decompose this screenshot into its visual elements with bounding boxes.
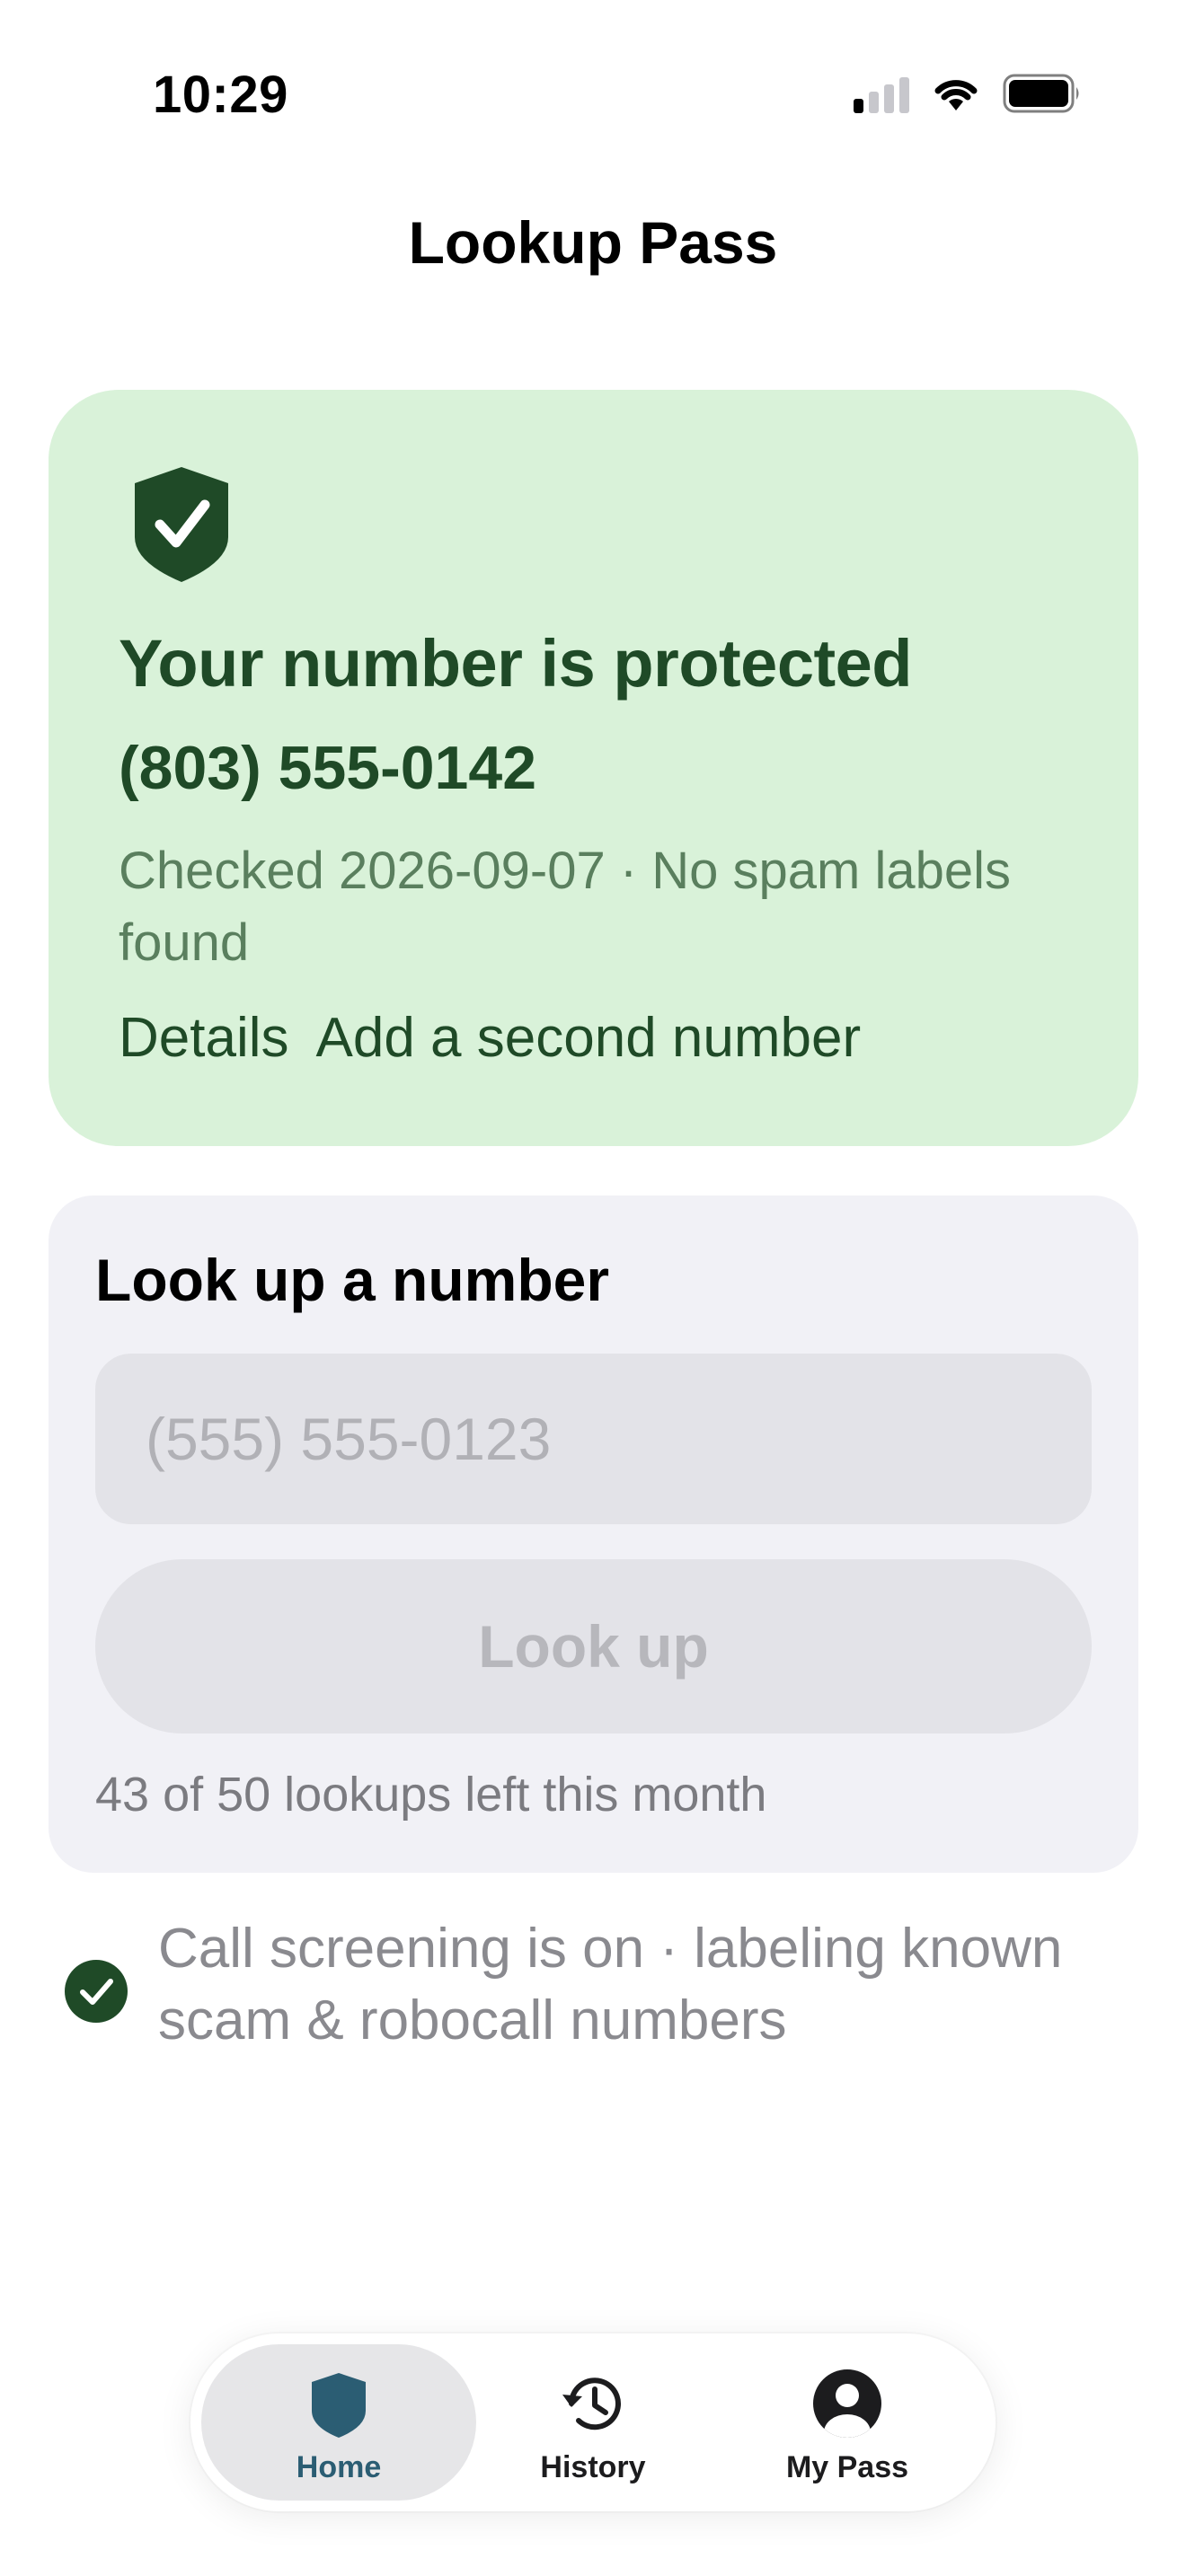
call-screening-text: Call screening is on · labeling known sc… xyxy=(158,1918,1063,2051)
status-time: 10:29 xyxy=(153,66,288,124)
wifi-icon xyxy=(934,80,978,110)
tab-my-pass[interactable]: My Pass xyxy=(710,2344,985,2501)
phone-number-input[interactable] xyxy=(95,1354,1092,1524)
status-icons xyxy=(854,74,1082,113)
protection-actions: Details Add a second number xyxy=(119,1006,861,1070)
protection-status-card: Your number is protected (803) 555-0142 … xyxy=(49,390,1138,1146)
add-second-number-link[interactable]: Add a second number xyxy=(316,1006,862,1070)
person-circle-icon xyxy=(813,2369,881,2438)
tab-label-history: History xyxy=(540,2450,646,2484)
battery-icon xyxy=(1003,74,1079,113)
shield-check-icon xyxy=(135,467,228,582)
cellular-signal-icon xyxy=(854,74,909,113)
page-title: Lookup Pass xyxy=(408,209,778,276)
tab-home[interactable]: Home xyxy=(201,2344,476,2501)
shield-icon xyxy=(312,2373,366,2438)
lookup-quota-text: 43 of 50 lookups left this month xyxy=(95,1768,767,1822)
checkmark-circle-icon xyxy=(65,1960,128,2023)
tab-label-home: Home xyxy=(296,2450,382,2484)
history-clock-icon xyxy=(562,2378,621,2430)
lookup-card: Look up a number Look up 43 of 50 lookup… xyxy=(49,1195,1138,1873)
protection-title: Your number is protected xyxy=(119,626,912,701)
lookup-title: Look up a number xyxy=(95,1247,610,1313)
protected-phone-number: (803) 555-0142 xyxy=(119,734,537,802)
look-up-button[interactable]: Look up xyxy=(95,1559,1092,1734)
status-bar: 10:29 xyxy=(0,0,1186,189)
home-indicator xyxy=(431,2547,755,2560)
protection-check-info: Checked 2026-09-07 · No spam labels foun… xyxy=(119,842,1011,972)
tab-bar: Home History My Pass xyxy=(190,2333,996,2511)
tab-history[interactable]: History xyxy=(456,2344,730,2501)
tab-label-my-pass: My Pass xyxy=(785,2450,909,2484)
details-link[interactable]: Details xyxy=(119,1006,289,1070)
